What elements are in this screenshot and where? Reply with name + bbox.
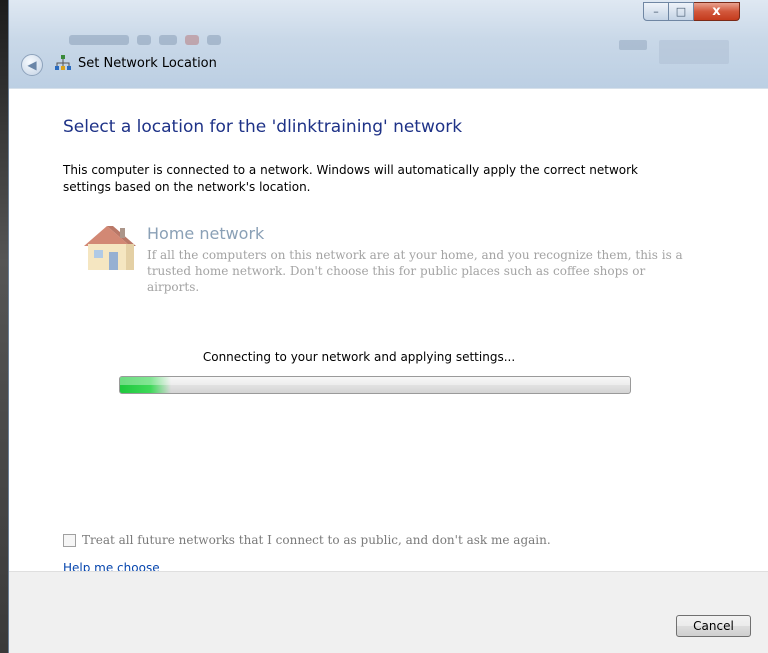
- progress-bar: [119, 376, 631, 394]
- page-heading: Select a location for the 'dlinktraining…: [63, 117, 463, 137]
- background-edge: [0, 0, 8, 653]
- blurred-taskbar-content: [69, 30, 289, 46]
- network-icon: [55, 55, 71, 70]
- treat-as-public-label[interactable]: Treat all future networks that I connect…: [82, 533, 551, 547]
- progress-bar-gloss: [120, 377, 630, 385]
- window-title: Set Network Location: [78, 56, 217, 71]
- title-bar: – □ x ◀ Set Network Location: [9, 0, 768, 88]
- status-text: Connecting to your network and applying …: [202, 350, 516, 364]
- window-controls: – □ x: [643, 2, 740, 22]
- set-network-location-window: – □ x ◀ Set Network Location Select a lo…: [8, 0, 768, 653]
- blurred-icon: [619, 40, 647, 50]
- main-content: Select a location for the 'dlinktraining…: [9, 88, 768, 575]
- back-arrow-icon: ◀: [27, 58, 37, 72]
- home-network-title: Home network: [147, 224, 265, 243]
- blurred-button: [659, 40, 729, 64]
- house-icon: [84, 226, 136, 270]
- maximize-button[interactable]: □: [669, 2, 694, 21]
- cancel-button[interactable]: Cancel: [676, 615, 751, 637]
- close-button[interactable]: x: [694, 2, 740, 21]
- back-button[interactable]: ◀: [21, 54, 43, 76]
- treat-as-public-checkbox[interactable]: [63, 534, 76, 547]
- footer-bar: Cancel: [9, 571, 768, 653]
- page-description: This computer is connected to a network.…: [63, 163, 639, 194]
- minimize-button[interactable]: –: [643, 2, 669, 21]
- home-network-description: If all the computers on this network are…: [147, 248, 683, 294]
